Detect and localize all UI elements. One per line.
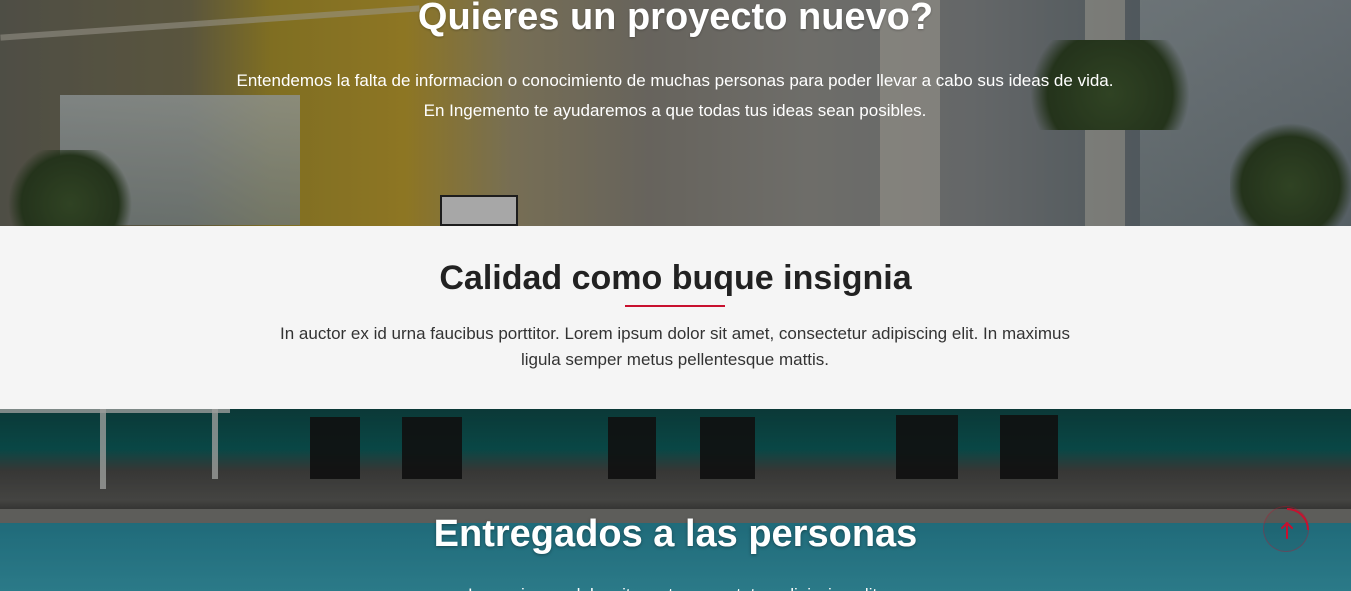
pool-description: Lorem ipsum dolor sit amet, consectetur … [225,581,1125,591]
pool-section: Entregados a las personas Lorem ipsum do… [0,409,1351,591]
hero-section: Quieres un proyecto nuevo? Entendemos la… [0,0,1351,226]
hero-description: Entendemos la falta de informacion o con… [236,71,1114,120]
quality-title: Calidad como buque insignia [439,259,912,297]
title-underline-divider [625,305,725,307]
quality-description: In auctor ex id urna faucibus porttitor.… [280,324,1070,369]
arrow-up-icon [1281,508,1309,539]
hero-title: Quieres un proyecto nuevo? [417,0,934,38]
pool-overlay [0,409,1351,591]
pool-title: Entregados a las personas [433,513,918,555]
page: Quieres un proyecto nuevo? Entendemos la… [0,0,1351,591]
quality-section: Calidad como buque insignia In auctor ex… [0,226,1351,409]
scroll-to-top-button[interactable] [1263,506,1309,552]
